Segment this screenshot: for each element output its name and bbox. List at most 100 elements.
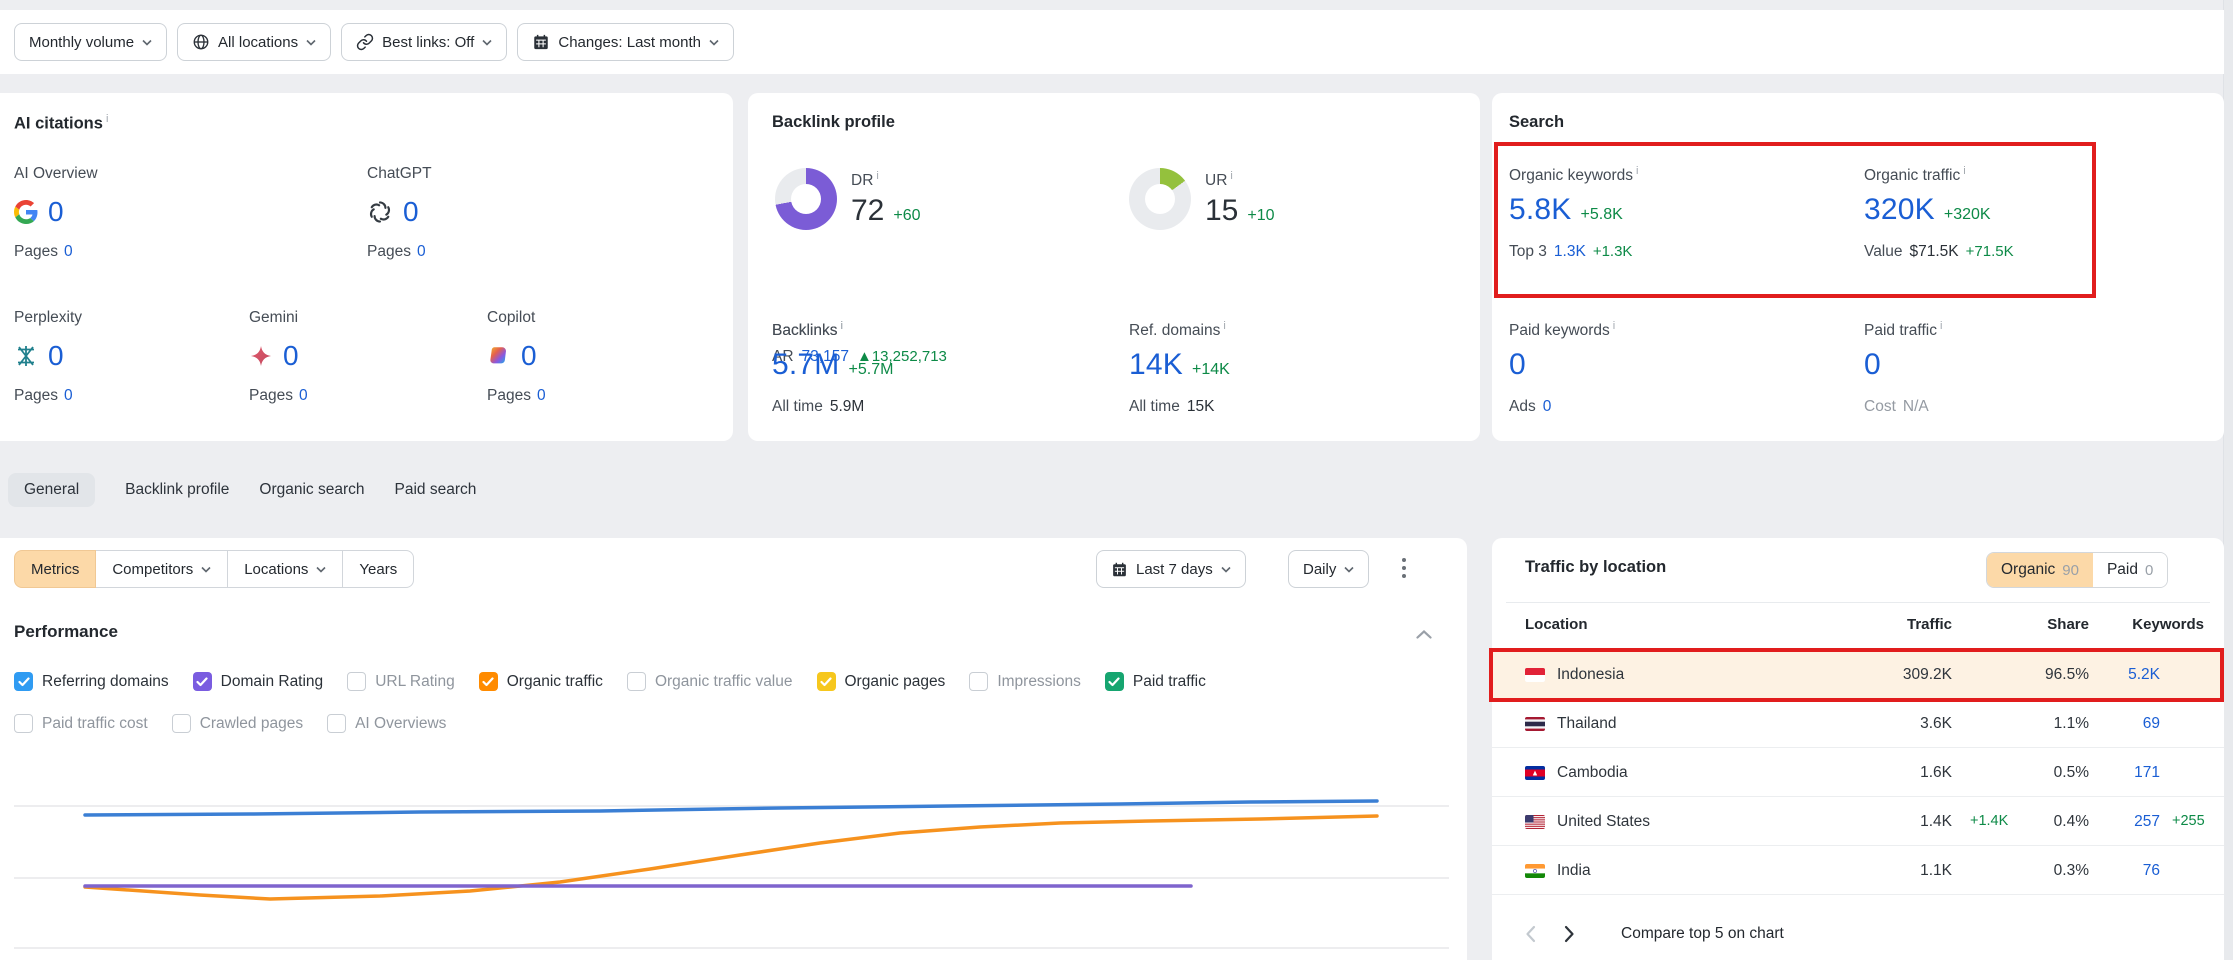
checkbox-icon[interactable] <box>479 672 498 691</box>
metric-value[interactable]: 0 <box>403 196 419 228</box>
keywords-value[interactable]: 76 <box>2143 846 2160 895</box>
keywords-value[interactable]: 257 <box>2134 797 2160 846</box>
metric-checkbox-impressions[interactable]: Impressions <box>969 672 1081 691</box>
performance-chart[interactable] <box>0 768 1449 960</box>
column-location[interactable]: Location <box>1525 616 1588 633</box>
info-icon[interactable]: i <box>1223 320 1225 332</box>
date-range-picker[interactable]: Last 7 days <box>1096 550 1246 588</box>
metric-value[interactable]: 0 <box>48 196 64 228</box>
compare-top5-label[interactable]: Compare top 5 on chart <box>1621 925 1784 943</box>
locations-filter[interactable]: All locations <box>177 23 331 61</box>
toggle-organic[interactable]: Organic90 <box>1987 553 2093 587</box>
checkbox-icon[interactable] <box>627 672 646 691</box>
changes-filter[interactable]: Changes: Last month <box>517 23 734 61</box>
traffic-value: 1.1K <box>1920 846 1952 895</box>
metric-checkbox-url-rating[interactable]: URL Rating <box>347 672 455 691</box>
metric-checkbox-paid-traffic[interactable]: Paid traffic <box>1105 672 1206 691</box>
checkbox-icon[interactable] <box>347 672 366 691</box>
keywords-value[interactable]: 69 <box>2143 699 2160 748</box>
checkbox-icon[interactable] <box>969 672 988 691</box>
column-share[interactable]: Share <box>2047 616 2089 633</box>
checkbox-icon[interactable] <box>817 672 836 691</box>
collapse-chevron-icon[interactable] <box>1416 630 1432 639</box>
pages-value[interactable]: 0 <box>417 243 426 260</box>
metric-checkbox-ai-overviews[interactable]: AI Overviews <box>327 714 446 733</box>
scrollbar[interactable] <box>2223 0 2233 960</box>
segment-locations[interactable]: Locations <box>227 550 343 588</box>
checkbox-icon[interactable] <box>14 672 33 691</box>
info-icon[interactable]: i <box>1636 165 1638 177</box>
checkbox-icon[interactable] <box>14 714 33 733</box>
granularity-select[interactable]: Daily <box>1288 550 1369 588</box>
pages-value[interactable]: 0 <box>299 387 308 404</box>
pages-value[interactable]: 0 <box>64 243 73 260</box>
traffic-by-location-panel: Traffic by location Organic90 Paid0 Loca… <box>1492 538 2224 960</box>
checkbox-icon[interactable] <box>1105 672 1124 691</box>
info-icon[interactable]: i <box>1230 170 1232 182</box>
pages-value[interactable]: 0 <box>537 387 546 404</box>
info-icon[interactable]: i <box>1613 320 1615 332</box>
traffic-value: 1.6K <box>1920 748 1952 797</box>
info-icon[interactable]: i <box>106 113 108 125</box>
top3-value[interactable]: 1.3K <box>1554 243 1586 261</box>
checkbox-icon[interactable] <box>193 672 212 691</box>
ads-value[interactable]: 0 <box>1543 398 1552 416</box>
alltime-label: All time <box>1129 398 1180 416</box>
tab-paid-search[interactable]: Paid search <box>395 481 477 499</box>
info-icon[interactable]: i <box>1940 320 1942 332</box>
paid-keywords-value[interactable]: 0 <box>1509 348 1526 382</box>
column-traffic[interactable]: Traffic <box>1907 616 1952 633</box>
tab-organic-search[interactable]: Organic search <box>259 481 364 499</box>
monthly-volume-filter[interactable]: Monthly volume <box>14 23 167 61</box>
metric-checkbox-paid-traffic-cost[interactable]: Paid traffic cost <box>14 714 148 733</box>
info-icon[interactable]: i <box>840 320 842 332</box>
segment-metrics[interactable]: Metrics <box>14 550 96 588</box>
organic-traffic-metric: Organic traffici 320K+320K Value$71.5K+7… <box>1864 165 2014 261</box>
pages-value[interactable]: 0 <box>64 387 73 404</box>
url-rating-block: URi 15+10 <box>1129 168 1275 230</box>
tab-backlink-profile[interactable]: Backlink profile <box>125 481 229 499</box>
column-keywords[interactable]: Keywords <box>2132 616 2204 633</box>
tab-general[interactable]: General <box>8 473 95 507</box>
organic-traffic-value[interactable]: 320K <box>1864 193 1935 227</box>
chart-mode-segments: Metrics Competitors Locations Years <box>14 550 414 588</box>
next-page-icon[interactable] <box>1564 925 1575 943</box>
location-row-indonesia[interactable]: Indonesia309.2K96.5%5.2K <box>1492 650 2224 699</box>
metric-value[interactable]: 0 <box>48 340 64 372</box>
best-links-filter[interactable]: Best links: Off <box>341 23 507 61</box>
pages-label: Pages <box>14 243 58 260</box>
backlinks-value[interactable]: 5.7M <box>772 348 840 382</box>
metric-checkbox-crawled-pages[interactable]: Crawled pages <box>172 714 303 733</box>
keywords-value[interactable]: 5.2K <box>2128 650 2160 699</box>
paid-traffic-value[interactable]: 0 <box>1864 348 1881 382</box>
segment-competitors[interactable]: Competitors <box>95 550 228 588</box>
top3-delta: +1.3K <box>1593 243 1633 260</box>
ref-domains-value[interactable]: 14K <box>1129 348 1183 382</box>
location-row-thailand[interactable]: Thailand3.6K1.1%69 <box>1492 699 2224 748</box>
metric-value[interactable]: 0 <box>283 340 299 372</box>
metric-checkbox-label: AI Overviews <box>355 715 446 733</box>
metric-checkbox-organic-traffic[interactable]: Organic traffic <box>479 672 603 691</box>
organic-keywords-value[interactable]: 5.8K <box>1509 193 1572 227</box>
segment-years[interactable]: Years <box>342 550 414 588</box>
alltime-label: All time <box>772 398 823 416</box>
toggle-paid[interactable]: Paid0 <box>2093 553 2167 587</box>
metric-checkbox-label: Impressions <box>997 673 1081 691</box>
prev-page-icon[interactable] <box>1525 925 1536 943</box>
location-row-india[interactable]: India1.1K0.3%76 <box>1492 846 2224 895</box>
location-row-united-states[interactable]: United States1.4K+1.4K0.4%257+255 <box>1492 797 2224 846</box>
metric-checkbox-referring-domains[interactable]: Referring domains <box>14 672 169 691</box>
more-options-kebab-icon[interactable] <box>1402 558 1406 582</box>
organic-paid-toggle: Organic90 Paid0 <box>1986 552 2168 588</box>
checkbox-icon[interactable] <box>327 714 346 733</box>
checkbox-icon[interactable] <box>172 714 191 733</box>
gemini-metric: Gemini 0 Pages0 <box>249 309 459 405</box>
metric-checkbox-organic-traffic-value[interactable]: Organic traffic value <box>627 672 793 691</box>
metric-checkbox-organic-pages[interactable]: Organic pages <box>817 672 946 691</box>
metric-checkbox-domain-rating[interactable]: Domain Rating <box>193 672 324 691</box>
info-icon[interactable]: i <box>1963 165 1965 177</box>
metric-value[interactable]: 0 <box>521 340 537 372</box>
info-icon[interactable]: i <box>876 170 878 182</box>
keywords-value[interactable]: 171 <box>2134 748 2160 797</box>
location-row-cambodia[interactable]: Cambodia1.6K0.5%171 <box>1492 748 2224 797</box>
